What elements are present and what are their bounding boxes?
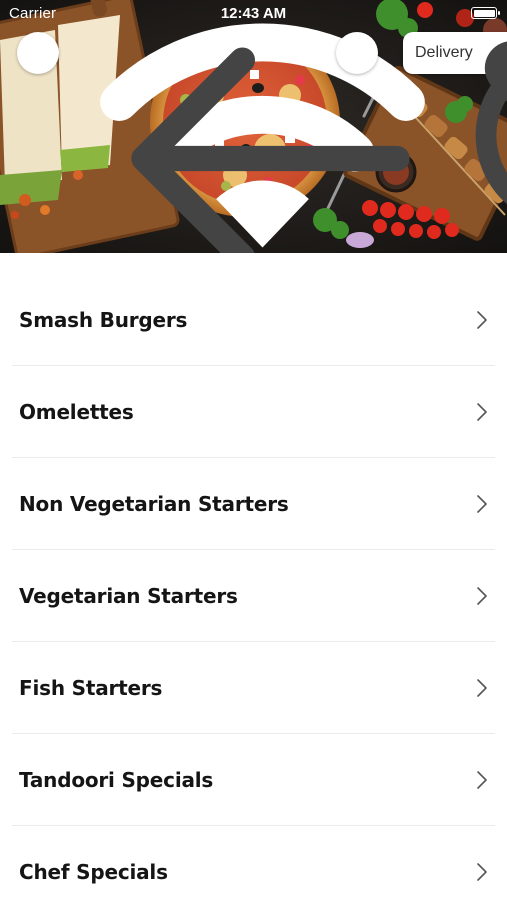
chevron-right-icon [477,863,487,881]
category-row-vegetarian-starters[interactable]: Vegetarian Starters [0,550,507,641]
chevron-right-icon [477,587,487,605]
hero-banner: Carrier 12:43 AM Delivery [0,0,507,253]
category-row-smash-burgers[interactable]: Smash Burgers [0,274,507,365]
chevron-right-icon [477,771,487,789]
status-bar: Carrier 12:43 AM [0,0,507,248]
category-label: Omelettes [19,399,134,424]
category-list: Smash Burgers Omelettes Non Vegetarian S… [0,253,507,917]
back-button[interactable] [17,32,410,253]
category-row-non-vegetarian-starters[interactable]: Non Vegetarian Starters [0,458,507,549]
status-time: 12:43 AM [220,5,287,22]
category-label: Non Vegetarian Starters [19,491,289,516]
delivery-mode-selector[interactable]: Delivery [403,32,507,102]
chevron-right-icon [477,495,487,513]
category-row-chef-specials[interactable]: Chef Specials [0,826,507,917]
chevron-right-icon [477,679,487,697]
category-row-fish-starters[interactable]: Fish Starters [0,642,507,733]
battery-icon [471,7,500,19]
chevron-right-icon [477,311,487,329]
category-row-omelettes[interactable]: Omelettes [0,366,507,457]
category-label: Vegetarian Starters [19,583,238,608]
category-label: Fish Starters [19,675,163,700]
chevron-right-icon [477,403,487,421]
search-button[interactable] [336,32,507,205]
category-label: Chef Specials [19,859,168,884]
category-row-tandoori-specials[interactable]: Tandoori Specials [0,734,507,825]
category-label: Smash Burgers [19,307,188,332]
category-label: Tandoori Specials [19,767,214,792]
